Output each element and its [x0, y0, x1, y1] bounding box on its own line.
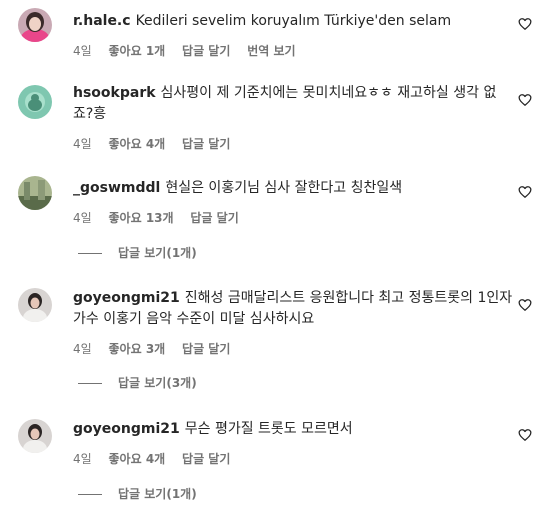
comment-text: r.hale.c Kedileri sevelim koruyalım Türki… — [73, 11, 513, 32]
reply-button[interactable]: 답글 달기 — [182, 342, 230, 356]
likes-count[interactable]: 좋아요 4개 — [109, 137, 166, 151]
avatar[interactable] — [18, 288, 52, 322]
view-replies-label: 답글 보기(1개) — [118, 487, 197, 501]
heart-icon[interactable] — [518, 17, 532, 31]
heart-icon[interactable] — [518, 298, 532, 312]
avatar[interactable] — [18, 8, 52, 42]
view-replies-label: 답글 보기(1개) — [118, 246, 197, 260]
comment-text: hsookpark 심사평이 제 기준치에는 못미치네요ㅎㅎ 재고하실 생각 없죠… — [73, 83, 513, 125]
comment-meta: 4일 좋아요 3개 답글 달기 — [73, 341, 513, 357]
view-replies-button[interactable]: 답글 보기(1개) — [78, 245, 197, 261]
comment-text: goyeongmi21 무슨 평가질 트롯도 모르면서 — [73, 419, 513, 440]
username[interactable]: _goswmddl — [73, 180, 160, 196]
heart-icon[interactable] — [518, 428, 532, 442]
reply-button[interactable]: 답글 달기 — [190, 211, 238, 225]
comment-meta: 4일 좋아요 13개 답글 달기 — [73, 210, 513, 226]
username[interactable]: goyeongmi21 — [73, 290, 180, 306]
timestamp[interactable]: 4일 — [73, 137, 92, 151]
likes-count[interactable]: 좋아요 3개 — [109, 342, 166, 356]
timestamp[interactable]: 4일 — [73, 452, 92, 466]
comment-meta: 4일 좋아요 4개 답글 달기 — [73, 136, 513, 152]
heart-icon[interactable] — [518, 185, 532, 199]
comment-text: goyeongmi21 진해성 금매달리스트 응원합니다 최고 정통트롯의 1인자… — [73, 288, 513, 330]
comment-meta: 4일 좋아요 1개 답글 달기 번역 보기 — [73, 43, 513, 59]
view-replies-label: 답글 보기(3개) — [118, 376, 197, 390]
timestamp[interactable]: 4일 — [73, 342, 92, 356]
view-replies-button[interactable]: 답글 보기(1개) — [78, 486, 197, 502]
comment-body: 무슨 평가질 트롯도 모르면서 — [184, 421, 353, 437]
divider-line — [78, 494, 102, 495]
comment-body: Kedileri sevelim koruyalım Türkiye'den s… — [135, 13, 452, 29]
reply-button[interactable]: 답글 달기 — [182, 137, 230, 151]
avatar[interactable] — [18, 419, 52, 453]
avatar[interactable] — [18, 176, 52, 210]
avatar[interactable] — [18, 85, 52, 119]
timestamp[interactable]: 4일 — [73, 211, 92, 225]
username[interactable]: goyeongmi21 — [73, 421, 180, 437]
comment-meta: 4일 좋아요 4개 답글 달기 — [73, 451, 513, 467]
view-replies-button[interactable]: 답글 보기(3개) — [78, 375, 197, 391]
heart-icon[interactable] — [518, 93, 532, 107]
username[interactable]: r.hale.c — [73, 13, 131, 29]
divider-line — [78, 383, 102, 384]
comment-body: 현실은 이홍기님 심사 잘한다고 칭찬일색 — [165, 180, 403, 196]
comment-text: _goswmddl 현실은 이홍기님 심사 잘한다고 칭찬일색 — [73, 178, 513, 199]
likes-count[interactable]: 좋아요 4개 — [109, 452, 166, 466]
reply-button[interactable]: 답글 달기 — [182, 452, 230, 466]
likes-count[interactable]: 좋아요 13개 — [109, 211, 174, 225]
likes-count[interactable]: 좋아요 1개 — [109, 44, 166, 58]
translate-button[interactable]: 번역 보기 — [247, 44, 295, 58]
timestamp[interactable]: 4일 — [73, 44, 92, 58]
divider-line — [78, 253, 102, 254]
reply-button[interactable]: 답글 달기 — [182, 44, 230, 58]
username[interactable]: hsookpark — [73, 85, 156, 101]
